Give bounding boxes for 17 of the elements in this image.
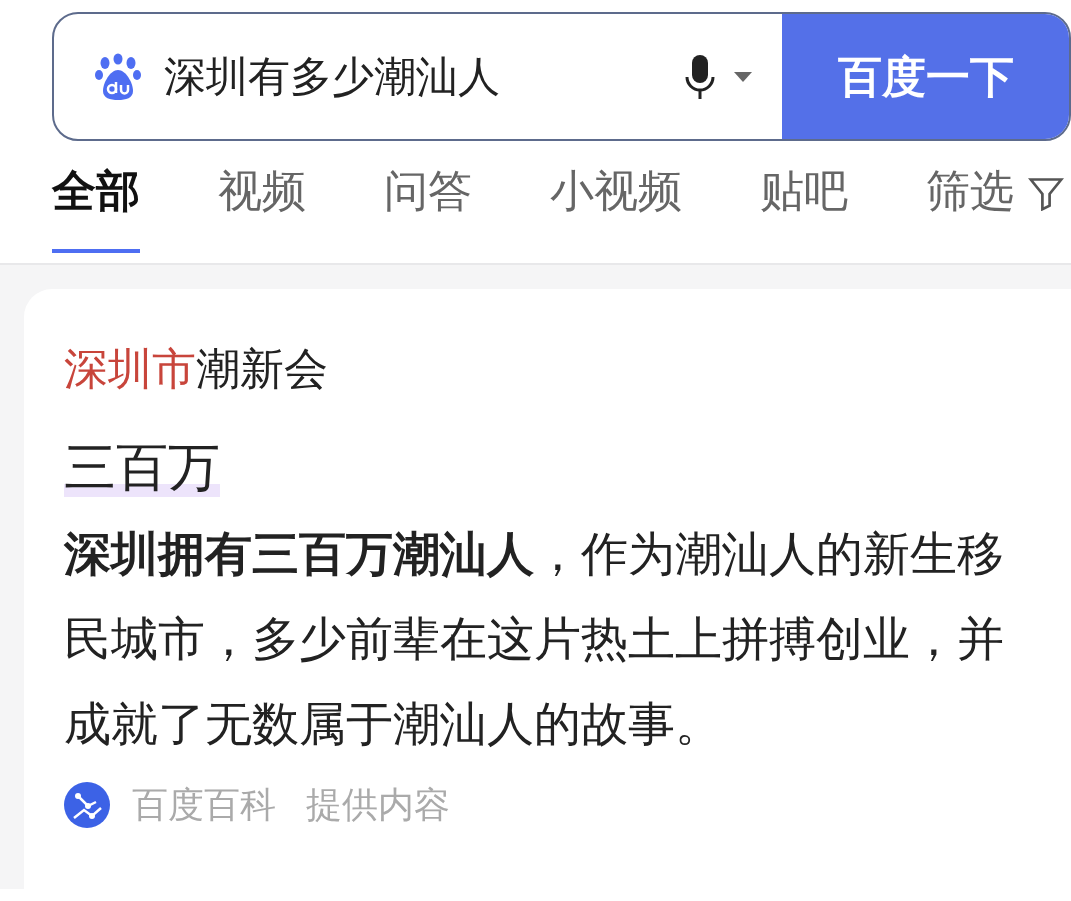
tab[interactable]: 问答 — [384, 159, 472, 253]
tab[interactable]: 筛选 — [926, 159, 1014, 253]
tab[interactable]: 贴吧 — [760, 159, 848, 253]
result-title[interactable]: 深圳市潮新会 — [64, 339, 1071, 399]
encyclopedia-logo-icon — [64, 782, 110, 828]
tab[interactable]: 小视频 — [550, 159, 682, 253]
tab[interactable]: 视频 — [218, 159, 306, 253]
search-button[interactable]: 百度一下 — [782, 14, 1069, 139]
paw-logo-icon — [94, 52, 142, 101]
filter-icon[interactable] — [1028, 175, 1064, 211]
microphone-icon[interactable] — [684, 52, 716, 101]
source-note: 提供内容 — [306, 783, 450, 827]
search-query: 深圳有多少潮汕人 — [164, 51, 500, 103]
snippet-text: 深圳拥有三百万潮汕人，作为潮汕人的新生移民城市，多少前辈在这片热土上拼搏创业，并成就了无数属于潮汕人的故事。 — [64, 525, 1005, 753]
tab[interactable]: 全部 — [52, 159, 140, 253]
caret-icon[interactable] — [734, 71, 752, 82]
search-field[interactable]: 深圳有多少潮汕人 百度一下 — [52, 12, 1071, 141]
